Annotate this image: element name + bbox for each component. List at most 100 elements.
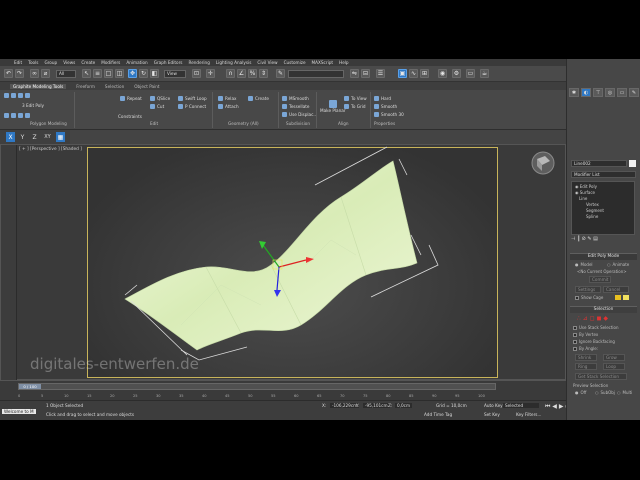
menu-tools[interactable]: Tools [28, 60, 38, 65]
modifier-stack[interactable]: ◉ Edit Poly ◉ Surface Line Vertex Segmen… [571, 181, 635, 235]
menu-maxscript[interactable]: MAXScript [312, 60, 334, 65]
to-view-button[interactable]: To View [344, 96, 367, 101]
motion-tab-icon[interactable]: ◎ [605, 88, 615, 97]
undo-icon[interactable]: ↶ [4, 69, 13, 78]
grow-button[interactable]: Grow [603, 354, 625, 361]
render-icon[interactable]: ☕ [480, 69, 489, 78]
menu-help[interactable]: Help [339, 60, 349, 65]
window-crossing-icon[interactable]: ◫ [115, 69, 124, 78]
preview-off-radio[interactable]: ● Off [575, 390, 586, 395]
stack-spline[interactable]: Spline [586, 214, 598, 219]
loop-button[interactable]: Loop [603, 363, 625, 370]
percent-snap-icon[interactable]: % [248, 69, 257, 78]
link-icon[interactable]: ∞ [30, 69, 39, 78]
repeat-button[interactable]: Repeat [120, 96, 142, 101]
named-selection-dropdown[interactable] [288, 70, 344, 78]
group-polygon-modeling[interactable]: Polygon Modeling [30, 121, 67, 126]
use-stack-selection-checkbox[interactable]: Use Stack Selection [573, 325, 619, 330]
tab-freeform[interactable]: Freeform [76, 84, 95, 89]
perspective-viewport[interactable]: [ + ] [Perspective ] [Shaded ] [0, 144, 566, 381]
cancel-button[interactable]: Cancel [603, 286, 629, 293]
material-editor-icon[interactable]: ◉ [438, 69, 447, 78]
preview-subobj-radio[interactable]: ○ SubObj [595, 390, 615, 395]
axis-plane-icon[interactable]: ▦ [56, 132, 65, 142]
graphite-toggle-icon[interactable]: ▣ [398, 69, 407, 78]
menu-group[interactable]: Group [44, 60, 57, 65]
stack-vertex[interactable]: Vertex [586, 202, 599, 207]
align-icon[interactable]: ⊟ [361, 69, 370, 78]
axis-z-button[interactable]: Z [30, 132, 39, 142]
axis-y-button[interactable]: Y [18, 132, 27, 142]
make-planar-button[interactable]: Make Planar [320, 100, 346, 113]
add-time-tag[interactable]: Add Time Tag [424, 412, 452, 417]
smooth-button[interactable]: Smooth [374, 104, 397, 109]
show-cage-checkbox[interactable]: Show Cage [575, 295, 603, 300]
y-coord-field[interactable]: -95,101cm [363, 403, 390, 408]
attach-button[interactable]: Attach [218, 104, 239, 109]
menu-modifiers[interactable]: Modifiers [101, 60, 120, 65]
display-tab-icon[interactable]: ▭ [617, 88, 627, 97]
selection-filter-dropdown[interactable]: All [56, 70, 76, 78]
select-move-icon[interactable]: ✥ [128, 69, 137, 78]
x-coord-field[interactable]: -106,229cm [330, 403, 360, 408]
smooth-30-button[interactable]: Smooth 30 [374, 112, 404, 117]
rect-selection-icon[interactable]: □ [104, 69, 113, 78]
axis-xy-button[interactable]: XY [43, 132, 52, 142]
get-stack-selection-button[interactable]: Get Stack Selection [575, 373, 627, 380]
hierarchy-tab-icon[interactable]: ⊤ [593, 88, 603, 97]
edit-named-sel-icon[interactable]: ✎ [276, 69, 285, 78]
select-rotate-icon[interactable]: ↻ [139, 69, 148, 78]
ring-button[interactable]: Ring [575, 363, 597, 370]
msmooth-button[interactable]: MSmooth [282, 96, 309, 101]
menu-rendering[interactable]: Rendering [188, 60, 209, 65]
menu-edit[interactable]: Edit [14, 60, 22, 65]
modify-tab-icon[interactable]: ◐ [581, 88, 591, 97]
time-slider-thumb[interactable]: 0 / 100 [19, 384, 41, 389]
ignore-backfacing-checkbox[interactable]: Ignore Backfacing [573, 339, 615, 344]
polymodel-icon-row-2[interactable] [4, 113, 30, 118]
mirror-icon[interactable]: ⇋ [350, 69, 359, 78]
commit-button[interactable]: Commit [589, 276, 611, 283]
key-filters-button[interactable]: Key Filters... [516, 412, 541, 417]
maxscript-listener[interactable]: Welcome to M [2, 409, 36, 414]
utilities-tab-icon[interactable]: ✎ [629, 88, 639, 97]
schematic-view-icon[interactable]: ⊞ [420, 69, 429, 78]
tab-object-paint[interactable]: Object Paint [134, 84, 159, 89]
auto-key-button[interactable]: Auto Key [484, 403, 503, 408]
cage-selected-color-swatch[interactable] [623, 295, 629, 300]
subobject-level-icons[interactable]: ∴ ⊿ ◻ ◼ ◆ [577, 315, 608, 322]
relax-button[interactable]: Relax [218, 96, 237, 101]
tessellate-button[interactable]: Tessellate [282, 104, 309, 109]
spinner-snap-icon[interactable]: ⇕ [259, 69, 268, 78]
object-name-field[interactable]: Line002 [571, 160, 627, 167]
menu-lighting-analysis[interactable]: Lighting Analysis [216, 60, 252, 65]
stack-surface[interactable]: ◉ Surface [575, 190, 595, 195]
settings-button[interactable]: Settings [575, 286, 601, 293]
qslice-button[interactable]: QSlice [150, 96, 170, 101]
track-bar[interactable]: 0 5 10 15 20 25 30 35 40 45 50 55 60 65 … [18, 391, 496, 400]
p-connect-button[interactable]: P Connect [178, 104, 206, 109]
z-coord-field[interactable]: 0,0cm [395, 403, 413, 408]
menu-views[interactable]: Views [63, 60, 75, 65]
select-scale-icon[interactable]: ◧ [150, 69, 159, 78]
object-color-swatch[interactable] [629, 160, 636, 167]
key-mode-dropdown[interactable]: Selected [503, 403, 539, 408]
select-by-name-icon[interactable]: ≡ [93, 69, 102, 78]
menu-animation[interactable]: Animation [126, 60, 147, 65]
redo-icon[interactable]: ↷ [15, 69, 24, 78]
render-setup-icon[interactable]: ⚙ [452, 69, 461, 78]
polymodel-icon-row[interactable] [4, 93, 30, 98]
swift-loop-button[interactable]: Swift Loop [178, 96, 207, 101]
rendered-frame-icon[interactable]: ▭ [466, 69, 475, 78]
stack-edit-poly[interactable]: ◉ Edit Poly [575, 184, 597, 189]
pivot-center-icon[interactable]: ⊡ [192, 69, 201, 78]
hard-button[interactable]: Hard [374, 96, 391, 101]
create-tab-icon[interactable]: ✱ [569, 88, 579, 97]
animate-radio[interactable]: ○ Animate [607, 262, 629, 267]
curve-editor-icon[interactable]: ∿ [409, 69, 418, 78]
set-key-button[interactable]: Set Key [484, 412, 500, 417]
by-vertex-checkbox[interactable]: By Vertex [573, 332, 598, 337]
create-button[interactable]: Create [248, 96, 269, 101]
unlink-icon[interactable]: ⌀ [41, 69, 50, 78]
menu-create[interactable]: Create [81, 60, 95, 65]
